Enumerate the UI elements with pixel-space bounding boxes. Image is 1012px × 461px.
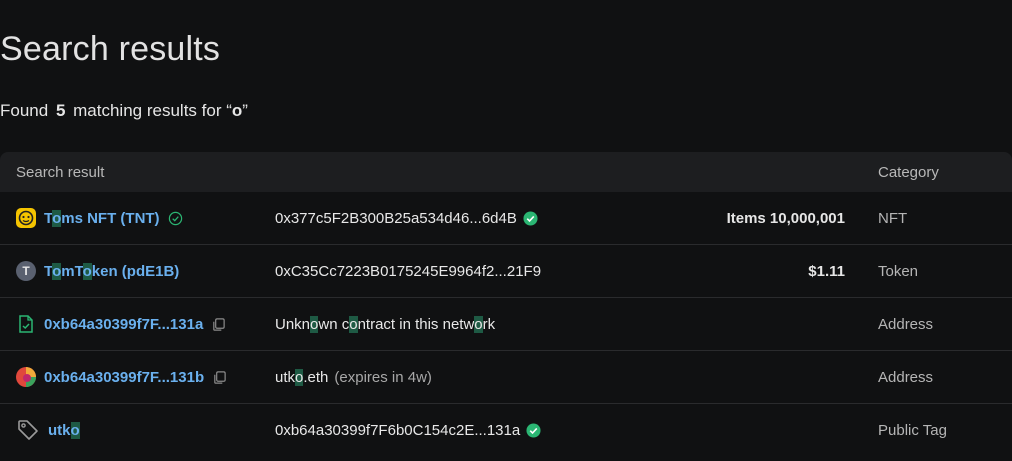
- result-cell: utko: [16, 404, 80, 456]
- found-prefix: Found: [0, 101, 49, 120]
- contract-address: 0x377c5F2B300B25a534d46...6d4B: [275, 209, 517, 227]
- found-suffix: ”: [242, 101, 248, 120]
- found-query: o: [231, 101, 243, 120]
- description-cell: utko.eth (expires in 4w): [275, 351, 432, 403]
- table-row[interactable]: 0xb64a30399f7F...131b utko.eth (expires …: [0, 351, 1012, 404]
- desc-text: ntract in this netw: [357, 315, 475, 333]
- result-cell: Toms NFT (TNT): [16, 192, 183, 244]
- desc-text: wn c: [318, 315, 350, 333]
- contract-address: 0xC35Cc7223B0175245E9964f2...21F9: [275, 262, 542, 280]
- table-row[interactable]: T TomToken (pdE1B) 0xC35Cc7223B0175245E9…: [0, 245, 1012, 298]
- desc-text: Unkn: [275, 315, 311, 333]
- table-header: Search result Category: [0, 152, 1012, 192]
- category-cell: NFT: [878, 192, 907, 244]
- items-count: 10,000,001: [769, 209, 845, 227]
- desc-text: .eth: [303, 368, 329, 386]
- category-cell: Address: [878, 298, 933, 350]
- category-cell: Address: [878, 351, 933, 403]
- result-cell: 0xb64a30399f7F...131a: [16, 298, 226, 350]
- results-summary: Found 5 matching results for “o”: [0, 101, 248, 121]
- name-match-highlight: o: [52, 262, 62, 280]
- copy-icon[interactable]: [211, 317, 226, 332]
- token-avatar: T: [16, 261, 36, 281]
- verified-check-icon: [523, 210, 538, 226]
- table-row[interactable]: 0xb64a30399f7F...131a Unknown contract i…: [0, 298, 1012, 351]
- result-name-link[interactable]: Toms NFT (TNT): [44, 209, 160, 227]
- result-cell: 0xb64a30399f7F...131b: [16, 351, 227, 403]
- token-price: $1.11: [808, 245, 845, 297]
- address-cell: 0xC35Cc7223B0175245E9964f2...21F9: [275, 245, 541, 297]
- category-label: Address: [878, 315, 934, 333]
- name-text: ken (pdE1B): [91, 262, 180, 280]
- result-name-link[interactable]: TomToken (pdE1B): [44, 262, 180, 280]
- results-table: Search result Category Toms NFT (TNT) 0x…: [0, 152, 1012, 457]
- category-cell: Token: [878, 245, 918, 297]
- verified-outline-icon: [168, 211, 183, 226]
- result-cell: T TomToken (pdE1B): [16, 245, 179, 297]
- address-cell: 0xb64a30399f7F6b0C154c2E...131a: [275, 404, 541, 456]
- desc-text: rk: [482, 315, 496, 333]
- category-label: Token: [878, 262, 919, 280]
- name-match-highlight: o: [82, 262, 92, 280]
- extra-info: Items 10,000,001: [727, 192, 845, 244]
- category-cell: Public Tag: [878, 404, 947, 456]
- tag-icon: [16, 418, 40, 442]
- price-value: $1.11: [808, 262, 845, 280]
- desc-match-highlight: o: [349, 315, 358, 333]
- name-text: mT: [61, 262, 83, 280]
- copy-icon[interactable]: [212, 370, 227, 385]
- items-label: Items: [726, 209, 766, 227]
- contract-file-icon: [16, 314, 36, 334]
- table-row[interactable]: Toms NFT (TNT) 0x377c5F2B300B25a534d46..…: [0, 192, 1012, 245]
- category-label: Public Tag: [878, 421, 947, 439]
- table-row[interactable]: utko 0xb64a30399f7F6b0C154c2E...131a Pub…: [0, 404, 1012, 457]
- public-tag-link[interactable]: utko: [48, 421, 80, 439]
- verified-check-icon: [526, 422, 541, 438]
- ens-expiry: (expires in 4w): [334, 368, 432, 386]
- name-match-highlight: o: [52, 209, 62, 227]
- address-cell: 0x377c5F2B300B25a534d46...6d4B: [275, 192, 538, 244]
- ens-name: utko.eth: [275, 368, 329, 386]
- found-count: 5: [55, 101, 66, 120]
- header-search-result: Search result: [16, 164, 105, 181]
- header-category: Category: [878, 164, 939, 181]
- name-text: utk: [48, 421, 71, 439]
- address-identicon: [16, 367, 36, 387]
- name-text: ms NFT (TNT): [61, 209, 160, 227]
- page-title: Search results: [0, 30, 221, 68]
- name-text: T: [44, 262, 53, 280]
- address-link[interactable]: 0xb64a30399f7F...131a: [44, 316, 203, 333]
- address-link[interactable]: 0xb64a30399f7F...131b: [44, 369, 204, 386]
- description-cell: Unknown contract in this network: [275, 298, 495, 350]
- desc-text: utk: [275, 368, 296, 386]
- name-match-highlight: o: [70, 421, 80, 439]
- nft-collection-icon: [16, 208, 36, 228]
- tagged-address: 0xb64a30399f7F6b0C154c2E...131a: [275, 421, 521, 439]
- contract-description: Unknown contract in this network: [275, 315, 496, 333]
- category-label: NFT: [878, 209, 908, 227]
- desc-match-highlight: o: [474, 315, 483, 333]
- name-text: T: [44, 209, 53, 227]
- category-label: Address: [878, 368, 934, 386]
- found-middle: matching results for “: [73, 101, 232, 120]
